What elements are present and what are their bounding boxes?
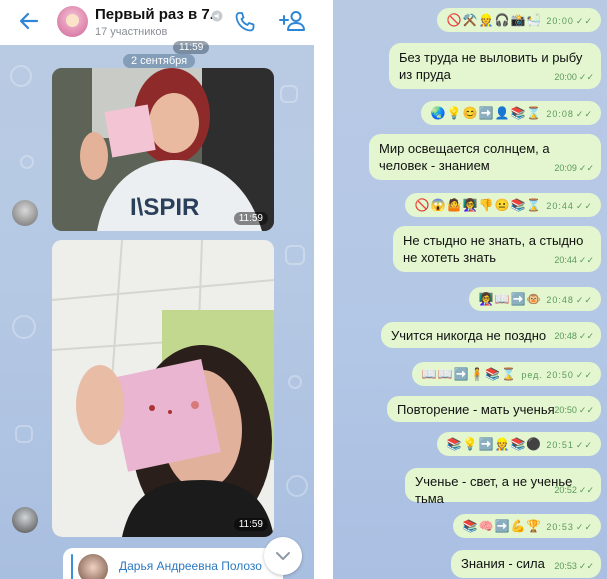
read-check-icon: ✓✓	[575, 201, 593, 211]
message-time: 20:53	[554, 561, 577, 571]
message-text: 🌏💡😊➡️👤📚⌛	[430, 106, 543, 120]
read-check-icon: ✓✓	[578, 331, 594, 341]
reply-avatar	[78, 554, 108, 579]
read-check-icon: ✓✓	[575, 16, 593, 26]
message-time: 20:44	[554, 255, 577, 265]
message-time: 20:48	[554, 331, 577, 341]
read-check-icon: ✓✓	[575, 522, 593, 532]
reply-sender-name: Дарья Андреевна Полозо	[119, 559, 262, 573]
message-time: 20:00	[546, 16, 574, 26]
reply-preview[interactable]: Дарья Андреевна Полозо	[63, 548, 283, 579]
read-check-icon: ✓✓	[575, 440, 593, 450]
message-bubble[interactable]: 🌏💡😊➡️👤📚⌛ 20:08 ✓✓	[420, 101, 601, 125]
read-check-icon: ✓✓	[578, 255, 594, 265]
photo-message-2[interactable]: 11:59	[52, 240, 274, 537]
left-chat-panel: Первый раз в 7... 17 участников 11:59 2 …	[0, 0, 314, 579]
chevron-down-icon	[276, 552, 290, 560]
add-user-icon[interactable]	[278, 9, 306, 33]
photo-message-1[interactable]: I\SPIR 11:59	[52, 68, 274, 231]
call-icon[interactable]	[233, 10, 257, 34]
message-time: 20:08	[546, 109, 574, 119]
message-bubble[interactable]: 📚🧠➡️💪🏆 20:53 ✓✓	[452, 514, 601, 538]
message-bubble[interactable]: 🚫😱🤷👩‍🏫👎😐📚⌛ 20:44 ✓✓	[404, 193, 601, 217]
message-text: 📚💡➡️👷📚⚫	[446, 437, 543, 451]
right-chat-panel: 🚫⚒️👷🎧📸🛀 20:00 ✓✓ Без труда не выловить и р…	[333, 0, 607, 579]
read-check-icon: ✓✓	[578, 405, 594, 415]
back-arrow-icon[interactable]	[18, 10, 40, 32]
message-time: ред. 20:50	[521, 370, 574, 380]
message-bubble[interactable]: 📚💡➡️👷📚⚫ 20:51 ✓✓	[436, 432, 601, 456]
read-check-icon: ✓✓	[575, 370, 593, 380]
scroll-down-button[interactable]	[264, 537, 302, 575]
message-time: 20:00	[554, 72, 577, 82]
message-time: 20:48	[546, 295, 574, 305]
message-bubble[interactable]: 🚫⚒️👷🎧📸🛀 20:00 ✓✓	[436, 8, 601, 32]
svg-text:I\SPIR: I\SPIR	[130, 194, 199, 221]
message-bubble[interactable]: 👩‍🏫📖➡️🐵 20:48 ✓✓	[468, 287, 601, 311]
message-bubble[interactable]: Без труда не выловить и рыбу из пруда 20…	[389, 43, 601, 89]
message-text: 🚫⚒️👷🎧📸🛀	[446, 13, 543, 27]
sender-avatar[interactable]	[12, 507, 38, 533]
group-avatar[interactable]	[57, 6, 88, 37]
message-bubble[interactable]: Не стыдно не знать, а стыдно не хотеть з…	[393, 226, 601, 272]
message-bubble[interactable]: Знания - сила 20:53 ✓✓	[451, 550, 601, 578]
message-bubble[interactable]: Учится никогда не поздно 20:48 ✓✓	[381, 322, 601, 348]
read-check-icon: ✓✓	[578, 561, 594, 571]
group-title[interactable]: Первый раз в 7...	[95, 6, 222, 23]
mute-icon	[211, 10, 223, 22]
read-check-icon: ✓✓	[578, 72, 594, 82]
message-time: 20:44	[546, 201, 574, 211]
message-bubble[interactable]: Повторение - мать ученья 20:50 ✓✓	[387, 396, 601, 422]
message-bubble[interactable]: 📖📖➡️🧍📚⌛ ред. 20:50 ✓✓	[411, 362, 601, 386]
read-check-icon: ✓✓	[575, 295, 593, 305]
message-text: 👩‍🏫📖➡️🐵	[478, 292, 543, 306]
photo-1-image: I\SPIR	[52, 68, 274, 231]
message-text: 📖📖➡️🧍📚⌛	[421, 367, 518, 381]
message-time: 20:09	[554, 163, 577, 173]
time-pill: 11:59	[173, 41, 210, 54]
date-separator: 2 сентября	[123, 54, 196, 68]
message-time: 20:50	[554, 405, 577, 415]
photo-1-time: 11:59	[233, 212, 268, 225]
read-check-icon: ✓✓	[578, 485, 594, 495]
sender-avatar[interactable]	[12, 200, 38, 226]
message-time: 20:52	[554, 485, 577, 495]
reply-accent-bar	[71, 554, 73, 579]
read-check-icon: ✓✓	[575, 109, 593, 119]
chat-header: Первый раз в 7... 17 участников	[0, 0, 314, 45]
message-time: 20:53	[546, 522, 574, 532]
message-time: 20:51	[546, 440, 574, 450]
read-check-icon: ✓✓	[578, 163, 594, 173]
message-bubble[interactable]: Мир освещается солнцем, а человек - знан…	[369, 134, 601, 180]
message-text: 🚫😱🤷👩‍🏫👎😐📚⌛	[414, 198, 543, 212]
screenshot-root: Первый раз в 7... 17 участников 11:59 2 …	[0, 0, 607, 579]
message-bubble[interactable]: Ученье - свет, а не ученье тьма 20:52 ✓✓	[405, 468, 601, 506]
message-text: 📚🧠➡️💪🏆	[462, 519, 543, 533]
group-subtitle: 17 участников	[95, 26, 168, 38]
photo-2-image	[52, 240, 274, 537]
photo-2-time: 11:59	[233, 518, 268, 531]
